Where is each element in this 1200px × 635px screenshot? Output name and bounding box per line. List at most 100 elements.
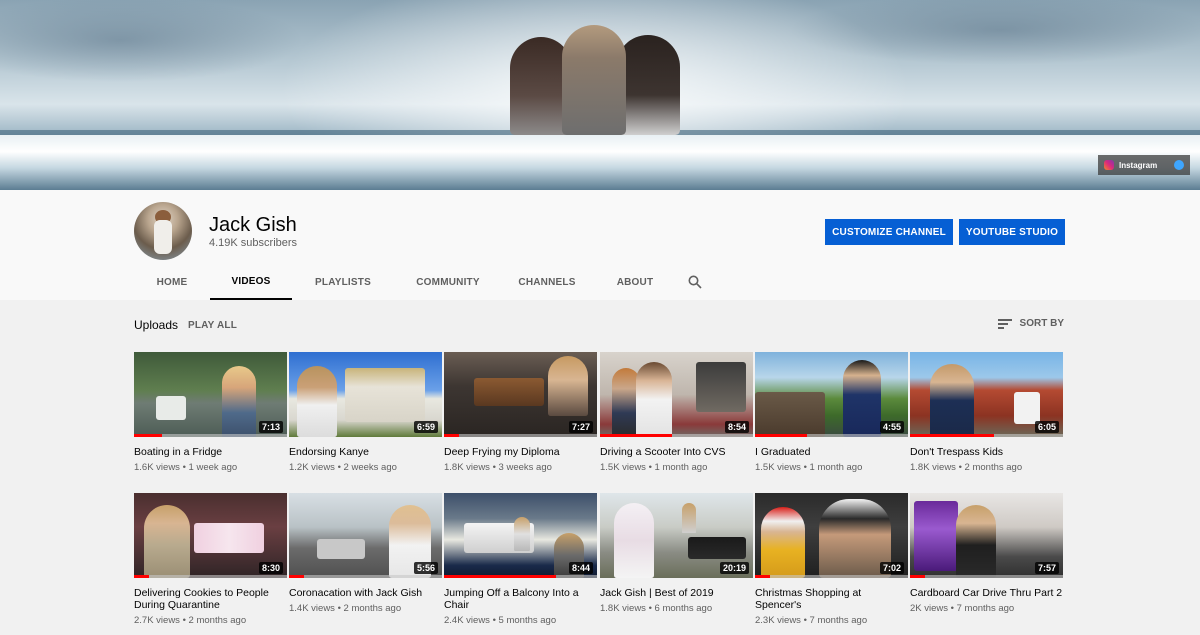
banner-waves: [0, 135, 1200, 190]
tab-videos[interactable]: VIDEOS: [210, 264, 292, 300]
video-title[interactable]: Delivering Cookies to People During Quar…: [134, 587, 287, 611]
video-age: 2 weeks ago: [343, 462, 397, 473]
video-card[interactable]: 7:57 Cardboard Car Drive Thru Part 2 2K …: [910, 493, 1063, 614]
video-meta: 2.4K views • 5 months ago: [444, 615, 597, 626]
video-meta: 2.3K views • 7 months ago: [755, 615, 908, 626]
uploads-title: Uploads: [134, 318, 179, 332]
video-thumbnail[interactable]: 8:54: [600, 352, 753, 437]
video-title[interactable]: Christmas Shopping at Spencer's: [755, 587, 908, 611]
thumbnail-object: [696, 362, 746, 412]
video-title[interactable]: Deep Frying my Diploma: [444, 446, 597, 458]
subscriber-count: 4.19K subscribers: [209, 237, 298, 249]
video-duration: 8:30: [258, 562, 283, 574]
video-meta: 1.6K views • 1 week ago: [134, 462, 287, 473]
thumbnail-person: [761, 507, 805, 578]
video-card[interactable]: 5:56 Coronacation with Jack Gish 1.4K vi…: [289, 493, 442, 614]
thumbnail-object: [156, 396, 186, 420]
video-card[interactable]: 6:05 Don't Trespass Kids 1.8K views • 2 …: [910, 352, 1063, 473]
watch-progress-bar: [910, 434, 995, 437]
instagram-label: Instagram: [1119, 160, 1158, 170]
sort-by-button[interactable]: SORT BY: [997, 318, 1064, 329]
video-age: 1 month ago: [809, 462, 863, 473]
tab-community[interactable]: COMMUNITY: [394, 264, 502, 300]
video-views: 1.5K views: [755, 462, 801, 473]
video-meta: 2.7K views • 2 months ago: [134, 615, 287, 626]
video-thumbnail[interactable]: 6:59: [289, 352, 442, 437]
video-title[interactable]: Endorsing Kanye: [289, 446, 442, 458]
video-views: 1.6K views: [134, 462, 180, 473]
video-title[interactable]: Jack Gish | Best of 2019: [600, 587, 753, 599]
video-card[interactable]: 7:27 Deep Frying my Diploma 1.8K views •…: [444, 352, 597, 473]
channel-search-button[interactable]: [678, 264, 712, 300]
video-views: 1.4K views: [289, 603, 335, 614]
thumbnail-object: [194, 523, 264, 553]
video-card[interactable]: 8:54 Driving a Scooter Into CVS 1.5K vie…: [600, 352, 753, 473]
video-views: 2K views: [910, 603, 949, 614]
video-duration: 7:27: [568, 421, 593, 433]
video-meta: 1.4K views • 2 months ago: [289, 603, 442, 614]
tab-channels[interactable]: CHANNELS: [502, 264, 592, 300]
video-card[interactable]: 6:59 Endorsing Kanye 1.2K views • 2 week…: [289, 352, 442, 473]
watch-progress-track: [444, 434, 597, 437]
video-thumbnail[interactable]: 8:30: [134, 493, 287, 578]
video-duration: 7:57: [1034, 562, 1059, 574]
video-card[interactable]: 7:02 Christmas Shopping at Spencer's 2.3…: [755, 493, 908, 626]
video-title[interactable]: Boating in a Fridge: [134, 446, 287, 458]
video-thumbnail[interactable]: 7:27: [444, 352, 597, 437]
video-title[interactable]: I Graduated: [755, 446, 908, 458]
thumbnail-object: [345, 368, 425, 422]
search-icon: [688, 275, 702, 289]
thumbnail-person: [614, 503, 654, 578]
video-thumbnail[interactable]: 20:19: [600, 493, 753, 578]
video-meta: 1.8K views • 6 months ago: [600, 603, 753, 614]
video-card[interactable]: 4:55 I Graduated 1.5K views • 1 month ag…: [755, 352, 908, 473]
banner-figures: [510, 25, 680, 135]
tab-playlists[interactable]: PLAYLISTS: [292, 264, 394, 300]
thumbnail-person: [222, 366, 256, 437]
thumbnail-person: [956, 505, 996, 578]
thumbnail-object: [1014, 392, 1040, 424]
youtube-studio-button[interactable]: YOUTUBE STUDIO: [959, 219, 1065, 245]
video-thumbnail[interactable]: 7:13: [134, 352, 287, 437]
video-title[interactable]: Cardboard Car Drive Thru Part 2: [910, 587, 1063, 599]
video-views: 1.8K views: [444, 462, 490, 473]
video-title[interactable]: Don't Trespass Kids: [910, 446, 1063, 458]
video-meta: 1.8K views • 3 weeks ago: [444, 462, 597, 473]
video-card[interactable]: 8:30 Delivering Cookies to People During…: [134, 493, 287, 626]
video-card[interactable]: 20:19 Jack Gish | Best of 2019 1.8K view…: [600, 493, 753, 614]
video-card[interactable]: 7:13 Boating in a Fridge 1.6K views • 1 …: [134, 352, 287, 473]
thumbnail-object: [474, 378, 544, 406]
video-title[interactable]: Jumping Off a Balcony Into a Chair: [444, 587, 597, 611]
watch-progress-bar: [444, 434, 460, 437]
video-duration: 5:56: [413, 562, 438, 574]
tab-home[interactable]: HOME: [134, 264, 210, 300]
video-thumbnail[interactable]: 7:02: [755, 493, 908, 578]
video-age: 6 months ago: [654, 603, 713, 614]
video-duration: 7:02: [879, 562, 904, 574]
video-title[interactable]: Coronacation with Jack Gish: [289, 587, 442, 599]
watch-progress-bar: [289, 575, 305, 578]
video-age: 5 months ago: [498, 615, 557, 626]
video-thumbnail[interactable]: 8:44: [444, 493, 597, 578]
play-all-button[interactable]: PLAY ALL: [188, 320, 237, 331]
video-views: 1.8K views: [600, 603, 646, 614]
video-age: 7 months ago: [809, 615, 868, 626]
video-views: 2.7K views: [134, 615, 180, 626]
sort-icon: [997, 318, 1012, 329]
channel-tabs: HOME VIDEOS PLAYLISTS COMMUNITY CHANNELS…: [134, 264, 712, 300]
video-thumbnail[interactable]: 5:56: [289, 493, 442, 578]
customize-channel-button[interactable]: CUSTOMIZE CHANNEL: [825, 219, 953, 245]
thumbnail-object: [755, 392, 825, 437]
instagram-link[interactable]: Instagram: [1098, 155, 1190, 175]
video-thumbnail[interactable]: 7:57: [910, 493, 1063, 578]
tab-about[interactable]: ABOUT: [592, 264, 678, 300]
thumbnail-person: [297, 366, 337, 437]
video-card[interactable]: 8:44 Jumping Off a Balcony Into a Chair …: [444, 493, 597, 626]
video-age: 2 months ago: [343, 603, 402, 614]
watch-progress-bar: [444, 575, 556, 578]
video-duration: 20:19: [719, 562, 749, 574]
channel-avatar[interactable]: [134, 202, 192, 260]
video-title[interactable]: Driving a Scooter Into CVS: [600, 446, 753, 458]
video-thumbnail[interactable]: 4:55: [755, 352, 908, 437]
video-thumbnail[interactable]: 6:05: [910, 352, 1063, 437]
